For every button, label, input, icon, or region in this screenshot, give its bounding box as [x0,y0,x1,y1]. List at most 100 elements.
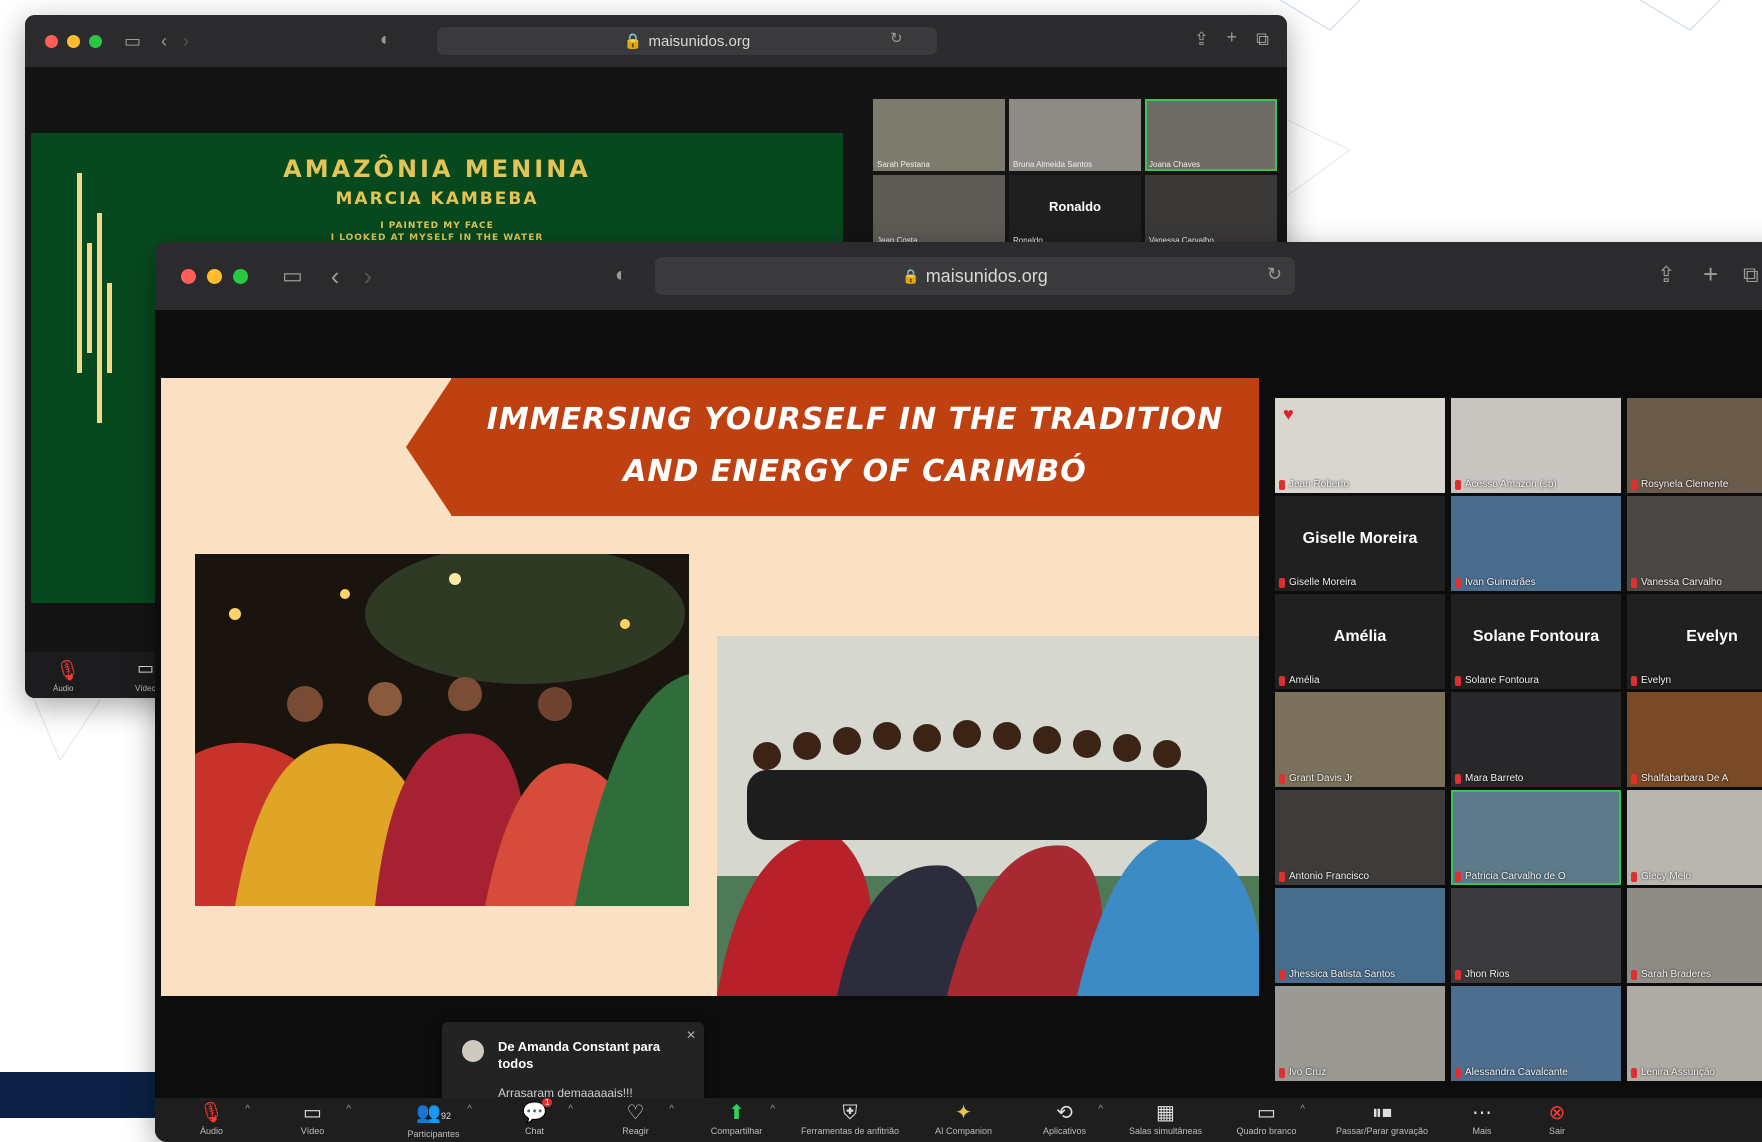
share-icon[interactable]: ⇪ [1194,29,1209,50]
avatar [462,1040,484,1062]
audio-button[interactable]: 🎙 Áudio ^ [161,1098,262,1142]
participant-tile[interactable]: Ivo Cruz [1275,986,1445,1081]
back-arrow-icon[interactable]: ‹ [331,261,340,292]
chevron-up-icon[interactable]: ^ [467,1104,472,1115]
chevron-up-icon[interactable]: ^ [245,1104,250,1115]
participant-tile[interactable]: Acesso Amazon (sp) [1451,398,1621,493]
participant-tile[interactable]: Ivan Guimarães [1451,496,1621,591]
participant-tile[interactable]: Vanessa Carvalho [1145,175,1277,247]
participant-tile[interactable]: Amélia Amélia [1275,594,1445,689]
react-button[interactable]: ♡ Reagir ^ [585,1098,686,1142]
sidebar-icon[interactable]: ▭ [124,31,141,52]
front-url-bar[interactable]: 🔒 maisunidos.org [655,257,1295,295]
close-icon[interactable]: ✕ [686,1028,696,1042]
banner-point [406,378,452,516]
back-url-text: maisunidos.org [648,32,751,50]
participant-tile[interactable]: Bruna Almeida Santos [1009,99,1141,171]
whiteboard-button[interactable]: ▭ Quadro branco ^ [1216,1098,1317,1142]
participant-tile[interactable]: ♥ Jean Roberto [1275,398,1445,493]
participant-tile[interactable]: Giselle Moreira Giselle Moreira [1275,496,1445,591]
participant-tile[interactable]: Alessandra Cavalcante [1451,986,1621,1081]
participant-tile[interactable]: Grant Davis Jr [1275,692,1445,787]
new-tab-icon[interactable]: + [1703,259,1718,290]
minimize-window-button[interactable] [207,268,222,284]
chat-sender: De Amanda Constant para todos [498,1039,661,1071]
zoom-meeting-stage: IMMERSING YOURSELF IN THE TRADITION AND … [155,310,1762,1128]
leave-button[interactable]: ⊗ Sair [1517,1098,1597,1142]
participant-gallery: ♥ Jean Roberto Acesso Amazon (sp) Rosyne… [1275,398,1762,1088]
leave-icon: ⊗ [1548,1102,1566,1124]
participant-tile[interactable]: Shalfabarbara De A [1627,692,1762,787]
shield-icon[interactable]: ◐ [615,264,627,287]
ai-companion-button[interactable]: ✦ AI Companion [913,1098,1014,1142]
participant-tile[interactable]: Rosynela Clemente [1627,398,1762,493]
back-slide-title: AMAZÔNIA MENINA [283,155,591,183]
participant-tile[interactable]: Jhon Rios [1451,888,1621,983]
participant-tile[interactable]: Antonio Francisco [1275,790,1445,885]
shield-icon: ⛨ [842,1102,858,1124]
pause-stop-icon: ⏸⏹ [1372,1102,1392,1124]
participant-tile[interactable]: Glecy Melo [1627,790,1762,885]
participant-tile[interactable]: Jhessica Batista Santos [1275,888,1445,983]
participant-tile-active[interactable]: Joana Chaves [1145,99,1277,171]
new-tab-icon[interactable]: + [1226,27,1237,48]
forward-arrow-icon[interactable]: › [363,261,372,292]
traffic-lights [181,268,248,284]
back-url-bar[interactable]: 🔒 maisunidos.org [437,27,937,55]
lock-icon: 🔒 [902,267,920,284]
zoom-toolbar: 🎙 Áudio ^ ▭ Vídeo ^ 👥92 Participantes ^ … [155,1098,1762,1142]
participant-tile[interactable]: Sarah Braderes [1627,888,1762,983]
close-window-button[interactable] [45,34,58,48]
back-arrow-icon[interactable]: ‹ [161,31,167,52]
participant-tile[interactable]: Vanessa Carvalho [1627,496,1762,591]
video-button[interactable]: ▭ Vídeo ^ [262,1098,363,1142]
front-browser-window: ▭ ‹ › ◐ 🔒 maisunidos.org ↻ ⇪ + ⧉ IMMERSI… [155,242,1762,1142]
participant-tile[interactable]: Jean Costa [873,175,1005,247]
tabs-overview-icon[interactable]: ⧉ [1256,29,1269,50]
grid-icon: ▦ [1156,1102,1175,1124]
reload-icon[interactable]: ↻ [890,29,903,47]
chevron-up-icon[interactable]: ^ [1098,1104,1103,1115]
breakout-rooms-button[interactable]: ▦ Salas simultâneas [1115,1098,1216,1142]
tabs-overview-icon[interactable]: ⧉ [1743,262,1759,288]
minimize-window-button[interactable] [67,34,80,48]
back-window-titlebar: ▭ ‹ › ◐ 🔒 maisunidos.org ↻ ⇪ + ⧉ [25,15,1287,67]
shared-slide: IMMERSING YOURSELF IN THE TRADITION AND … [161,378,1259,996]
slide-title: IMMERSING YOURSELF IN THE TRADITION AND … [451,394,1259,498]
decorative-bars [71,173,131,423]
maximize-window-button[interactable] [89,34,102,48]
participant-tile-active[interactable]: Patricia Carvalho de O [1451,790,1621,885]
chat-button[interactable]: 💬 1 Chat ^ [484,1098,585,1142]
back-participant-gallery: Sarah Pestana Bruna Almeida Santos Joana… [873,99,1287,259]
sidebar-icon[interactable]: ▭ [282,263,303,289]
mic-muted-icon[interactable]: 🎙 [55,658,80,683]
more-button[interactable]: ⋯ Mais [1447,1098,1517,1142]
participant-tile[interactable]: Ronaldo Ronaldo [1009,175,1141,247]
chevron-up-icon[interactable]: ^ [568,1104,573,1115]
forward-arrow-icon[interactable]: › [183,31,189,52]
heart-reaction-icon: ♥ [1283,404,1294,424]
front-window-titlebar: ▭ ‹ › ◐ 🔒 maisunidos.org ↻ ⇪ + ⧉ [155,242,1762,310]
participant-tile[interactable]: Sarah Pestana [873,99,1005,171]
back-slide-line1: I PAINTED MY FACE [380,221,494,231]
share-icon[interactable]: ⇪ [1657,262,1675,288]
host-tools-button[interactable]: ⛨ Ferramentas de anfitrião [787,1098,913,1142]
shield-icon[interactable]: ◐ [380,29,391,50]
record-button[interactable]: ⏸⏹ Passar/Parar gravação [1317,1098,1447,1142]
chevron-up-icon[interactable]: ^ [346,1104,351,1115]
more-icon: ⋯ [1472,1102,1492,1124]
participant-tile[interactable]: Lenira Assunção [1627,986,1762,1081]
apps-button[interactable]: ⟲ Aplicativos ^ [1014,1098,1115,1142]
chevron-up-icon[interactable]: ^ [1300,1104,1305,1115]
video-icon[interactable]: ▭ [137,658,154,679]
maximize-window-button[interactable] [233,268,248,284]
participants-button[interactable]: 👥92 Participantes ^ [383,1098,484,1142]
close-window-button[interactable] [181,268,196,284]
chevron-up-icon[interactable]: ^ [669,1104,674,1115]
participant-tile[interactable]: Evelyn Evelyn [1627,594,1762,689]
participant-tile[interactable]: Solane Fontoura Solane Fontoura [1451,594,1621,689]
reload-icon[interactable]: ↻ [1267,264,1282,285]
chevron-up-icon[interactable]: ^ [770,1104,775,1115]
share-screen-button[interactable]: ⬆ Compartilhar ^ [686,1098,787,1142]
participant-tile[interactable]: Mara Barreto [1451,692,1621,787]
